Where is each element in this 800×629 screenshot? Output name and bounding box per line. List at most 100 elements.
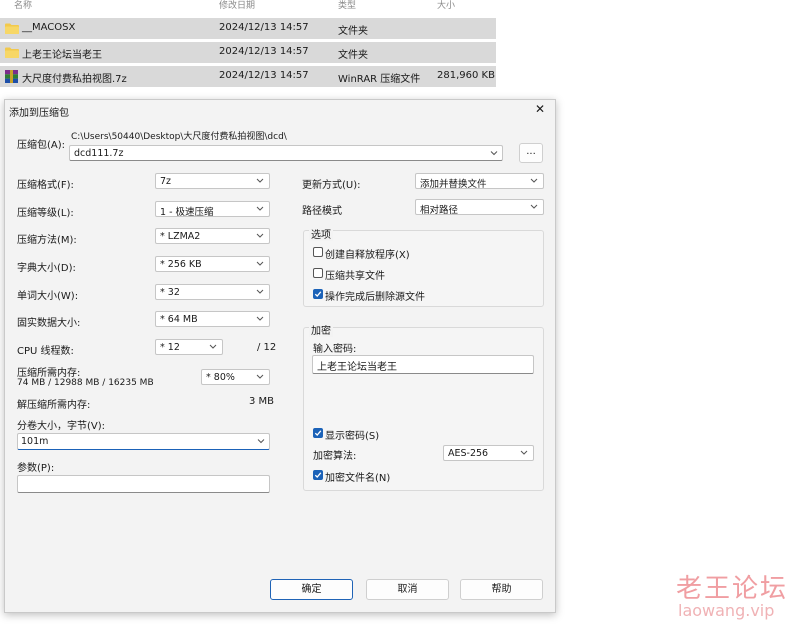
method-value: * LZMA2 bbox=[160, 231, 201, 242]
column-header-type[interactable]: 类型 bbox=[338, 0, 356, 11]
cancel-button[interactable]: 取消 bbox=[366, 579, 449, 600]
params-input[interactable] bbox=[17, 475, 270, 493]
file-modified: 2024/12/13 14:57 bbox=[219, 22, 309, 33]
shared-files-label: 压缩共享文件 bbox=[325, 271, 385, 282]
split-size-combo[interactable]: 101m bbox=[17, 433, 270, 450]
sfx-label: 创建自释放程序(X) bbox=[325, 250, 410, 261]
archive-name-combo[interactable]: dcd111.7z bbox=[69, 145, 503, 161]
decompress-memory-value: 3 MB bbox=[249, 396, 275, 407]
archive-path: C:\Users\50440\Desktop\大尺度付费私拍视图\dcd\ bbox=[71, 132, 287, 142]
split-size-value: 101m bbox=[21, 436, 49, 447]
solid-label: 固实数据大小: bbox=[17, 318, 81, 329]
cpu-label: CPU 线程数: bbox=[17, 346, 74, 357]
chevron-down-icon bbox=[256, 233, 264, 238]
archive-name-value: dcd111.7z bbox=[74, 148, 124, 159]
algorithm-value: AES-256 bbox=[448, 448, 489, 459]
password-label: 输入密码: bbox=[313, 344, 357, 355]
cpu-threads-select[interactable]: * 12 bbox=[155, 339, 223, 355]
chevron-down-icon bbox=[257, 439, 265, 444]
watermark-title: 老王论坛 bbox=[676, 574, 789, 604]
file-type: 文件夹 bbox=[338, 26, 368, 37]
split-size-label: 分卷大小，字节(V): bbox=[17, 421, 106, 432]
file-size: 281,960 KB bbox=[437, 70, 495, 81]
file-name: __MACOSX bbox=[22, 22, 76, 33]
dict-select[interactable]: * 256 KB bbox=[155, 256, 270, 272]
algorithm-label: 加密算法: bbox=[313, 451, 357, 462]
decompress-memory-label: 解压缩所需内存: bbox=[17, 400, 91, 411]
memory-value: * 80% bbox=[206, 372, 235, 383]
column-header-row: 名称 修改日期 类型 大小 bbox=[0, 0, 500, 11]
chevron-down-icon bbox=[256, 316, 264, 321]
folder-icon bbox=[5, 47, 19, 58]
memory-label: 压缩所需内存: bbox=[17, 368, 81, 379]
file-modified: 2024/12/13 14:57 bbox=[219, 46, 309, 57]
chevron-down-icon bbox=[256, 261, 264, 266]
chevron-down-icon bbox=[256, 178, 264, 183]
file-name: 大尺度付费私拍视图.7z bbox=[22, 74, 127, 85]
password-value: 上老王论坛当老王 bbox=[317, 362, 397, 373]
close-icon[interactable]: ✕ bbox=[535, 102, 545, 116]
shared-files-checkbox[interactable] bbox=[313, 268, 323, 278]
column-header-size[interactable]: 大小 bbox=[437, 0, 455, 11]
algorithm-select[interactable]: AES-256 bbox=[443, 445, 534, 461]
file-name: 上老王论坛当老王 bbox=[22, 50, 102, 61]
encrypt-names-label: 加密文件名(N) bbox=[325, 473, 391, 484]
dict-label: 字典大小(D): bbox=[17, 263, 76, 274]
chevron-down-icon bbox=[530, 204, 538, 209]
options-title: 选项 bbox=[309, 226, 333, 241]
checkmark-icon bbox=[314, 472, 322, 478]
params-label: 参数(P): bbox=[17, 463, 55, 474]
archive-label: 压缩包(A): bbox=[17, 140, 66, 151]
update-mode-select[interactable]: 添加并替换文件 bbox=[415, 173, 544, 190]
encrypt-names-checkbox[interactable] bbox=[313, 470, 323, 480]
word-label: 单词大小(W): bbox=[17, 291, 79, 302]
chevron-down-icon bbox=[520, 450, 528, 455]
path-mode-label: 路径模式 bbox=[302, 206, 342, 217]
file-modified: 2024/12/13 14:57 bbox=[219, 70, 309, 81]
sfx-checkbox[interactable] bbox=[313, 247, 323, 257]
column-header-modified[interactable]: 修改日期 bbox=[219, 0, 255, 11]
method-select[interactable]: * LZMA2 bbox=[155, 228, 270, 244]
delete-source-label: 操作完成后删除源文件 bbox=[325, 292, 425, 303]
delete-source-checkbox[interactable] bbox=[313, 289, 323, 299]
chevron-down-icon bbox=[256, 289, 264, 294]
dict-value: * 256 KB bbox=[160, 259, 202, 270]
help-button[interactable]: 帮助 bbox=[460, 579, 543, 600]
format-label: 压缩格式(F): bbox=[17, 180, 74, 191]
file-row-macosx[interactable]: __MACOSX 2024/12/13 14:57 文件夹 bbox=[0, 18, 496, 39]
word-select[interactable]: * 32 bbox=[155, 284, 270, 300]
path-mode-select[interactable]: 相对路径 bbox=[415, 199, 544, 216]
encryption-title: 加密 bbox=[309, 322, 333, 337]
file-row-laowang-folder[interactable]: 上老王论坛当老王 2024/12/13 14:57 文件夹 bbox=[0, 42, 496, 63]
chevron-down-icon bbox=[256, 206, 264, 211]
solid-value: * 64 MB bbox=[160, 314, 198, 325]
path-mode-value: 相对路径 bbox=[420, 205, 459, 216]
show-password-label: 显示密码(S) bbox=[325, 431, 380, 442]
folder-icon bbox=[5, 23, 19, 34]
checkmark-icon bbox=[314, 291, 322, 297]
chevron-down-icon bbox=[256, 374, 264, 379]
level-value: 1 - 极速压缩 bbox=[160, 207, 214, 218]
file-row-7z-archive[interactable]: 大尺度付费私拍视图.7z 2024/12/13 14:57 WinRAR 压缩文… bbox=[0, 66, 496, 87]
chevron-down-icon bbox=[530, 178, 538, 183]
method-label: 压缩方法(M): bbox=[17, 235, 77, 246]
show-password-checkbox[interactable] bbox=[313, 428, 323, 438]
chevron-down-icon bbox=[490, 151, 498, 156]
update-mode-label: 更新方式(U): bbox=[302, 180, 361, 191]
solid-select[interactable]: * 64 MB bbox=[155, 311, 270, 327]
browse-button[interactable]: ... bbox=[519, 143, 543, 163]
dialog-title: 添加到压缩包 bbox=[9, 108, 69, 119]
memory-select[interactable]: * 80% bbox=[201, 369, 270, 385]
format-value: 7z bbox=[160, 176, 172, 187]
column-header-name[interactable]: 名称 bbox=[14, 0, 32, 11]
level-select[interactable]: 1 - 极速压缩 bbox=[155, 201, 270, 218]
chevron-down-icon bbox=[209, 344, 217, 349]
file-type: 文件夹 bbox=[338, 50, 368, 61]
format-select[interactable]: 7z bbox=[155, 173, 270, 189]
checkmark-icon bbox=[314, 430, 322, 436]
ok-button[interactable]: 确定 bbox=[270, 579, 353, 600]
cpu-total: / 12 bbox=[257, 342, 277, 353]
file-type: WinRAR 压缩文件 bbox=[338, 74, 421, 85]
password-input[interactable]: 上老王论坛当老王 bbox=[312, 355, 534, 374]
add-to-archive-dialog: 添加到压缩包 ✕ 压缩包(A): C:\Users\50440\Desktop\… bbox=[4, 99, 556, 613]
